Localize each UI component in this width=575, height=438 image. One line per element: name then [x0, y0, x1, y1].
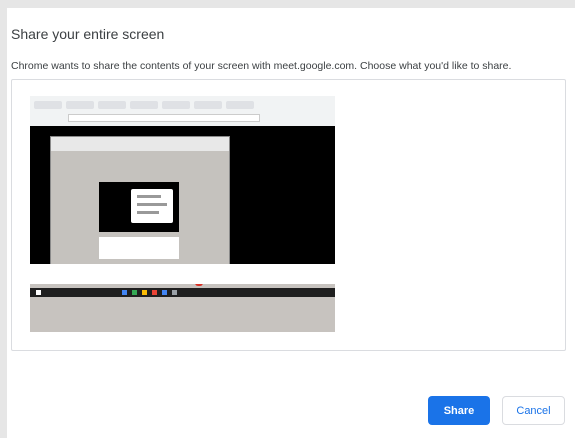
preview-button-row — [99, 237, 179, 259]
cancel-button[interactable]: Cancel — [502, 396, 565, 425]
preview-tab — [98, 101, 126, 109]
preview-tab — [66, 101, 94, 109]
preview-address-bar — [68, 114, 260, 122]
preview-tab — [34, 101, 62, 109]
preview-tab — [194, 101, 222, 109]
preview-window — [50, 136, 230, 281]
preview-taskbar — [30, 288, 335, 297]
preview-window-toolbar — [51, 137, 229, 151]
preview-tab — [130, 101, 158, 109]
preview-meet-bar — [30, 264, 335, 284]
preview-popup — [131, 189, 173, 223]
dialog-title: Share your entire screen — [11, 26, 165, 42]
screen-preview-icon — [30, 96, 335, 281]
preview-tab — [162, 101, 190, 109]
dialog-subtitle: Chrome wants to share the contents of yo… — [11, 60, 512, 72]
share-button[interactable]: Share — [428, 396, 490, 425]
preview-tab-bar — [30, 96, 335, 126]
screen-thumbnail[interactable] — [30, 96, 335, 332]
preview-tab — [226, 101, 254, 109]
